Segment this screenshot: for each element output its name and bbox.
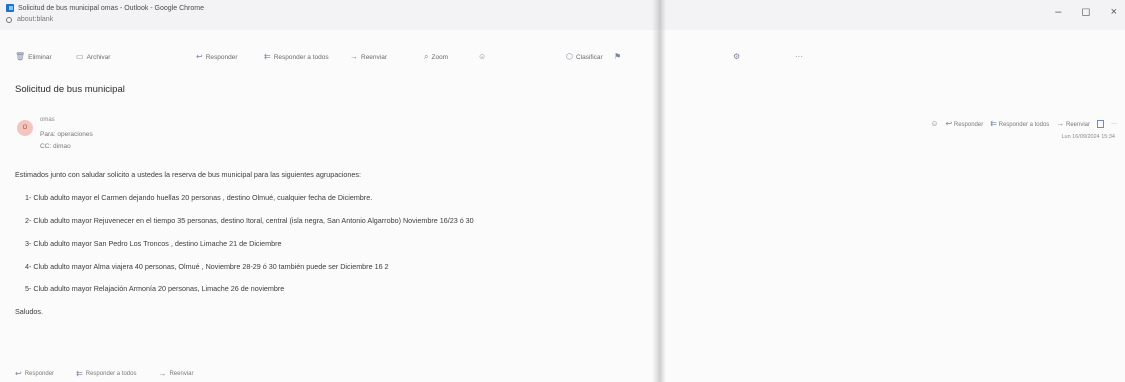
maximize-button[interactable]: ◻ xyxy=(1081,7,1090,18)
reply-all-button[interactable]: ⇇ Responder a todos xyxy=(264,53,329,61)
forward-icon: → xyxy=(1056,119,1065,128)
header-more-button[interactable]: ··· xyxy=(1111,121,1117,127)
cc-line: CC: dimao xyxy=(40,143,71,150)
trash-icon: 🗑 xyxy=(15,52,26,61)
message-subject: Solicitud de bus municipal xyxy=(15,84,125,95)
message-header-actions: ☺ ↩ Responder ⇇ Responder a todos → Reen… xyxy=(930,120,1117,128)
reply-icon: ↩ xyxy=(196,52,203,61)
bottom-actions: ↩ Responder ⇇ Responder a todos → Reenviar xyxy=(15,370,193,378)
forward-icon: → xyxy=(158,369,167,378)
archive-label: Archivar xyxy=(86,53,111,61)
scan-fold-line xyxy=(652,0,666,382)
forward-label: Reenviar xyxy=(361,53,388,61)
gear-icon: ⚙ xyxy=(733,52,741,61)
reply-all-label: Responder a todos xyxy=(273,53,329,61)
header-forward-button[interactable]: → Reenviar xyxy=(1056,119,1090,129)
more-icon: ··· xyxy=(795,52,803,61)
to-label: Para: xyxy=(40,131,56,138)
minimize-button[interactable]: – xyxy=(1055,7,1061,18)
sender-name[interactable]: omas xyxy=(40,117,55,123)
smiley-icon: ☺ xyxy=(478,52,487,61)
header-forward-label: Reenviar xyxy=(1065,122,1090,128)
reply-all-icon: ⇇ xyxy=(76,369,83,378)
list-item: 5- Club adulto mayor Relajación Armonía … xyxy=(25,284,285,293)
bottom-reply-button[interactable]: ↩ Responder xyxy=(15,370,54,378)
archive-button[interactable]: ▭ Archivar xyxy=(76,53,110,61)
header-reply-all-label: Responder a todos xyxy=(998,122,1050,128)
reply-label: Responder xyxy=(205,53,238,61)
message-closing: Saludos. xyxy=(15,307,43,316)
more-options-button[interactable]: ··· xyxy=(795,53,803,61)
bottom-reply-all-label: Responder a todos xyxy=(85,371,137,377)
delete-button[interactable]: 🗑 Eliminar xyxy=(15,53,52,61)
browser-titlebar: Solicitud de bus municipal omas - Outloo… xyxy=(0,0,1125,30)
classify-button[interactable]: ⬡ Clasificar xyxy=(566,53,603,61)
delete-label: Eliminar xyxy=(28,53,52,61)
to-recipient[interactable]: operaciones xyxy=(57,131,92,138)
forward-button[interactable]: → Reenviar xyxy=(350,53,387,61)
cc-label: CC: xyxy=(40,143,52,150)
reply-all-icon: ⇇ xyxy=(264,52,271,61)
window-controls: – ◻ × xyxy=(1055,7,1117,18)
bottom-reply-all-button[interactable]: ⇇ Responder a todos xyxy=(76,370,136,378)
reply-all-icon: ⇇ xyxy=(990,119,997,128)
archive-icon: ▭ xyxy=(76,52,84,61)
header-reply-all-button[interactable]: ⇇ Responder a todos xyxy=(990,119,1050,129)
forward-icon: → xyxy=(350,52,358,61)
message-date: Lun 16/09/2024 15:34 xyxy=(1061,134,1115,140)
emoji-react-icon[interactable]: ☺ xyxy=(930,120,938,128)
bottom-forward-button[interactable]: → Reenviar xyxy=(158,370,193,378)
cc-recipient[interactable]: dimao xyxy=(53,143,71,150)
settings-button[interactable]: ⚙ xyxy=(733,53,740,61)
outlook-app-icon xyxy=(6,4,14,12)
to-line: Para: operaciones xyxy=(40,131,93,138)
classify-label: Clasificar xyxy=(575,53,603,61)
url-text[interactable]: about:blank xyxy=(17,16,53,23)
bottom-reply-label: Responder xyxy=(24,371,55,377)
zoom-label: Zoom xyxy=(431,53,449,61)
close-button[interactable]: × xyxy=(1111,7,1117,18)
list-item: 3- Club adulto mayor San Pedro Los Tronc… xyxy=(25,239,282,248)
site-info-icon[interactable] xyxy=(6,16,12,23)
header-reply-button[interactable]: ↩ Responder xyxy=(945,119,984,129)
list-item: 1- Club adulto mayor el Carmen dejando h… xyxy=(25,193,373,202)
emoji-button[interactable]: ☺ xyxy=(478,53,486,61)
flag-icon: ⚑ xyxy=(614,52,622,61)
bottom-forward-label: Reenviar xyxy=(169,371,194,377)
flag-button[interactable]: ⚑ xyxy=(614,53,621,61)
reply-icon: ↩ xyxy=(945,119,953,128)
apps-icon[interactable] xyxy=(1097,120,1104,128)
list-item: 4- Club adulto mayor Alma viajera 40 per… xyxy=(25,262,389,271)
address-bar[interactable]: about:blank xyxy=(6,16,53,23)
window-title: Solicitud de bus municipal omas - Outloo… xyxy=(6,4,204,12)
header-reply-label: Responder xyxy=(953,122,984,128)
message-intro: Estimados junto con saludar solicito a u… xyxy=(15,170,361,179)
tag-icon: ⬡ xyxy=(566,52,573,61)
reply-button[interactable]: ↩ Responder xyxy=(196,53,238,61)
zoom-button[interactable]: ⌕ Zoom xyxy=(424,53,448,61)
window-title-text: Solicitud de bus municipal omas - Outloo… xyxy=(18,4,204,12)
zoom-icon: ⌕ xyxy=(424,52,429,61)
list-item: 2- Club adulto mayor Rejuvenecer en el t… xyxy=(25,216,474,225)
sender-avatar[interactable]: O xyxy=(17,120,33,136)
message-toolbar: 🗑 Eliminar ▭ Archivar ↩ Responder ⇇ Resp… xyxy=(0,50,1125,68)
reply-icon: ↩ xyxy=(15,369,22,378)
